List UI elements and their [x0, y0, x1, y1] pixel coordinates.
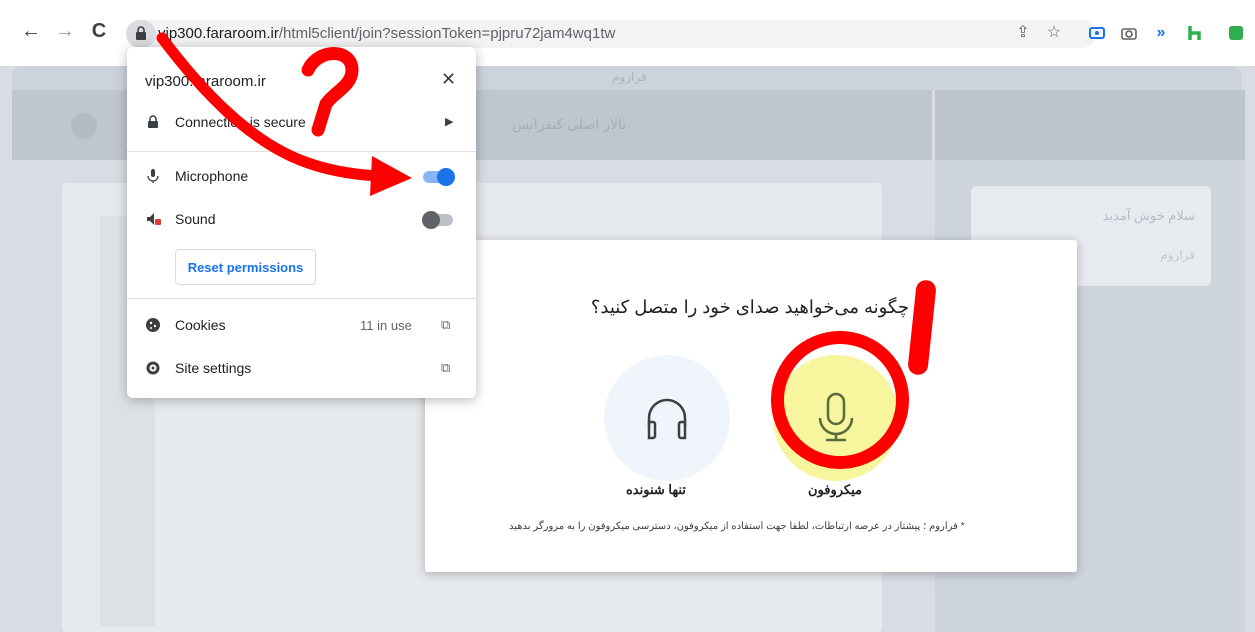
microphone-toggle[interactable]	[423, 168, 455, 186]
microphone-label[interactable]: میکروفون	[808, 482, 862, 498]
url-path: /html5client/join?sessionToken=pjpru72ja…	[278, 25, 616, 42]
open-external-icon[interactable]: ⧉	[441, 317, 450, 333]
forward-arrow-icon[interactable]: →	[52, 18, 78, 44]
listen-only-label[interactable]: تنها شنونده	[626, 482, 686, 498]
chevron-right-icon[interactable]: ▶	[445, 115, 453, 128]
cookie-icon	[145, 317, 161, 333]
bookmark-star-icon[interactable]: ☆	[1043, 22, 1065, 44]
site-info-popup: vip300.fararoom.ir ✕ Connection is secur…	[127, 47, 476, 398]
toggle-knob	[422, 211, 440, 229]
sound-muted-icon	[145, 211, 161, 227]
audio-connect-modal: چگونه می‌خواهید صدای خود را متصل کنید؟ ت…	[425, 240, 1077, 572]
site-info-button[interactable]	[126, 20, 156, 48]
address-bar[interactable]: vip300.fararoom.ir/html5client/join?sess…	[126, 20, 1096, 48]
open-external-icon[interactable]: ⧉	[441, 360, 450, 376]
microphone-permission-label: Microphone	[175, 168, 249, 184]
modal-title: چگونه می‌خواهید صدای خود را متصل کنید؟	[590, 297, 909, 317]
share-icon[interactable]: ⇪	[1012, 22, 1034, 44]
connection-security-label[interactable]: Connection is secure	[175, 114, 306, 130]
toggle-knob	[437, 168, 455, 186]
microphone-small-icon	[145, 168, 161, 184]
listen-only-option[interactable]	[604, 355, 730, 481]
url-text: vip300.fararoom.ir/html5client/join?sess…	[158, 25, 615, 42]
extension-h-icon[interactable]	[1184, 22, 1206, 44]
chat-sender: فراروم	[1160, 248, 1195, 262]
read-aloud-icon[interactable]: »	[1150, 22, 1172, 44]
back-arrow-icon[interactable]: ←	[18, 18, 44, 44]
app-logo-icon	[71, 113, 97, 139]
headphones-icon	[647, 398, 687, 440]
close-icon[interactable]: ✕	[441, 69, 456, 90]
camera-icon[interactable]	[1118, 22, 1140, 44]
modal-note: * فراروم ؛ پیشتاز در عرصه ارتباطات، لطفا…	[509, 521, 965, 532]
gear-icon	[145, 360, 161, 376]
sound-permission-label: Sound	[175, 211, 216, 227]
lock-icon	[136, 26, 146, 40]
cookies-count: 11 in use	[360, 318, 412, 333]
chat-welcome-text: سلام خوش آمدید	[1102, 208, 1195, 223]
divider	[127, 151, 476, 152]
lock-icon	[145, 114, 161, 130]
reload-icon[interactable]: C	[86, 18, 112, 44]
annotation-circle	[771, 331, 909, 469]
url-host: vip300.fararoom.ir	[158, 25, 279, 42]
extension-green-icon[interactable]	[1225, 22, 1247, 44]
chat-header	[935, 90, 1245, 160]
room-title: تالار اصلی کنفرانس	[512, 116, 627, 132]
divider	[127, 298, 476, 299]
sound-toggle[interactable]	[422, 211, 453, 229]
extension-screen-icon[interactable]	[1086, 22, 1108, 44]
reset-permissions-button[interactable]: Reset permissions	[175, 249, 316, 285]
app-brand: فراروم	[612, 70, 647, 84]
site-settings-label[interactable]: Site settings	[175, 360, 251, 376]
cookies-label[interactable]: Cookies	[175, 317, 226, 333]
popup-domain: vip300.fararoom.ir	[145, 73, 266, 90]
